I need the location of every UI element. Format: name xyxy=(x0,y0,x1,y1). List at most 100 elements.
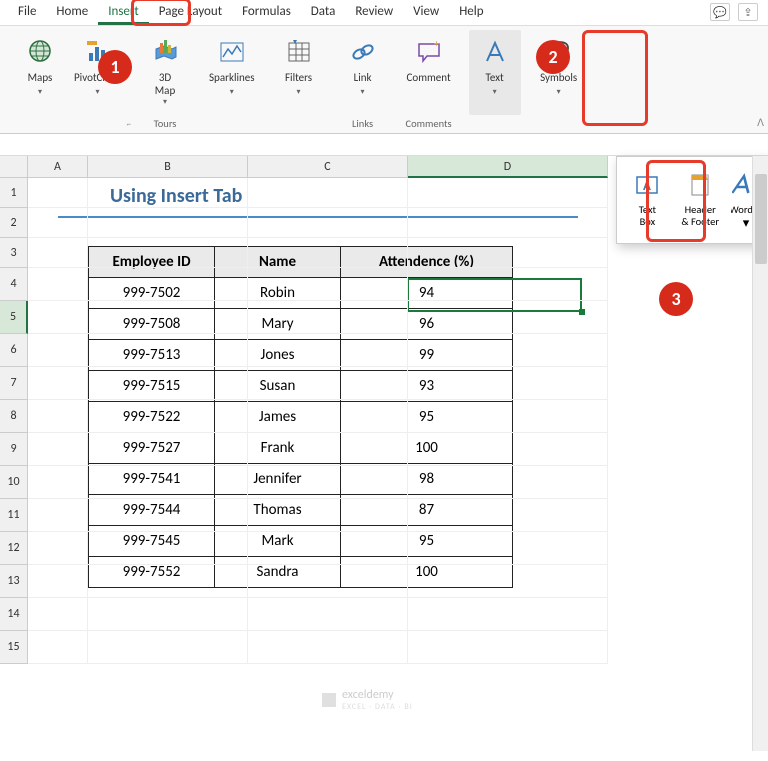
sparklines-button[interactable]: Sparklines▾ xyxy=(203,30,261,115)
cell[interactable] xyxy=(88,565,248,598)
cell[interactable] xyxy=(408,208,608,238)
cell[interactable] xyxy=(248,499,408,532)
row-header-4[interactable]: 4 xyxy=(0,268,28,301)
row-header-1[interactable]: 1 xyxy=(0,178,28,208)
column-header-A[interactable]: A xyxy=(28,156,88,178)
comments-icon[interactable]: 💬 xyxy=(710,3,730,21)
cell[interactable] xyxy=(408,400,608,433)
cell[interactable] xyxy=(88,598,248,631)
cell[interactable] xyxy=(88,178,248,208)
cell[interactable] xyxy=(28,238,88,268)
cell[interactable] xyxy=(88,334,248,367)
cell[interactable] xyxy=(248,565,408,598)
cell[interactable] xyxy=(408,178,608,208)
ribbon-collapse-icon[interactable]: ᐱ xyxy=(757,116,764,129)
tab-file[interactable]: File xyxy=(8,0,46,25)
select-all-corner[interactable] xyxy=(0,156,28,178)
link-button[interactable]: Link▾ xyxy=(337,30,389,115)
cell[interactable] xyxy=(28,400,88,433)
cell[interactable] xyxy=(88,466,248,499)
cell[interactable] xyxy=(88,532,248,565)
vertical-scrollbar[interactable] xyxy=(752,156,768,751)
cell[interactable] xyxy=(408,532,608,565)
cell[interactable] xyxy=(28,433,88,466)
pivotchart-button[interactable]: PivotChart▾ xyxy=(68,30,127,115)
cell[interactable] xyxy=(28,208,88,238)
comment-button[interactable]: + Comment xyxy=(401,30,457,115)
cell[interactable] xyxy=(408,433,608,466)
cell[interactable] xyxy=(28,367,88,400)
cell[interactable] xyxy=(28,565,88,598)
cell[interactable] xyxy=(28,532,88,565)
cell[interactable] xyxy=(408,565,608,598)
cell[interactable] xyxy=(248,301,408,334)
cell[interactable] xyxy=(408,367,608,400)
cell[interactable] xyxy=(248,532,408,565)
scrollbar-thumb[interactable] xyxy=(755,174,767,264)
cell[interactable] xyxy=(88,238,248,268)
maps-button[interactable]: Maps▾ xyxy=(14,30,66,115)
row-header-9[interactable]: 9 xyxy=(0,433,28,466)
cell[interactable] xyxy=(408,466,608,499)
cell[interactable] xyxy=(88,268,248,301)
row-header-6[interactable]: 6 xyxy=(0,334,28,367)
row-header-5[interactable]: 5 xyxy=(0,301,28,334)
group-launcher-icon[interactable]: ⌐ xyxy=(127,119,131,130)
text-button[interactable]: Text▾ xyxy=(469,30,521,115)
row-header-10[interactable]: 10 xyxy=(0,466,28,499)
cell[interactable] xyxy=(248,631,408,664)
cell[interactable] xyxy=(28,631,88,664)
row-header-2[interactable]: 2 xyxy=(0,208,28,238)
row-header-11[interactable]: 11 xyxy=(0,499,28,532)
cell[interactable] xyxy=(408,268,608,301)
header-footer-button[interactable]: Header & Footer xyxy=(675,165,725,235)
tab-help[interactable]: Help xyxy=(449,0,493,25)
cell[interactable] xyxy=(28,268,88,301)
cell[interactable] xyxy=(88,208,248,238)
cell[interactable] xyxy=(248,334,408,367)
cell[interactable] xyxy=(248,178,408,208)
cell[interactable] xyxy=(88,301,248,334)
symbols-button[interactable]: Symbols▾ xyxy=(533,30,585,115)
tab-formulas[interactable]: Formulas xyxy=(232,0,301,25)
row-header-14[interactable]: 14 xyxy=(0,598,28,631)
cell[interactable] xyxy=(88,433,248,466)
column-header-D[interactable]: D xyxy=(408,156,608,178)
row-header-7[interactable]: 7 xyxy=(0,367,28,400)
cell[interactable] xyxy=(28,598,88,631)
3dmap-button[interactable]: 3D Map ▾ xyxy=(139,30,191,115)
cell[interactable] xyxy=(28,334,88,367)
textbox-button[interactable]: A Text Box xyxy=(625,165,669,235)
cell[interactable] xyxy=(28,301,88,334)
cell[interactable] xyxy=(248,598,408,631)
cell[interactable] xyxy=(248,268,408,301)
tab-review[interactable]: Review xyxy=(345,0,403,25)
row-header-3[interactable]: 3 xyxy=(0,238,28,268)
cell[interactable] xyxy=(88,499,248,532)
filters-button[interactable]: Filters▾ xyxy=(273,30,325,115)
cell[interactable] xyxy=(248,238,408,268)
column-header-B[interactable]: B xyxy=(88,156,248,178)
cell[interactable] xyxy=(408,301,608,334)
cell[interactable] xyxy=(248,433,408,466)
row-header-15[interactable]: 15 xyxy=(0,631,28,664)
cell[interactable] xyxy=(408,499,608,532)
tab-data[interactable]: Data xyxy=(301,0,346,25)
cell[interactable] xyxy=(408,238,608,268)
tab-home[interactable]: Home xyxy=(46,0,98,25)
cell[interactable] xyxy=(248,367,408,400)
row-header-12[interactable]: 12 xyxy=(0,532,28,565)
cell[interactable] xyxy=(88,367,248,400)
column-header-C[interactable]: C xyxy=(248,156,408,178)
cell[interactable] xyxy=(408,334,608,367)
cell[interactable] xyxy=(248,208,408,238)
cell[interactable] xyxy=(28,466,88,499)
tab-view[interactable]: View xyxy=(403,0,449,25)
cell[interactable] xyxy=(408,598,608,631)
tab-insert[interactable]: Insert xyxy=(98,0,149,25)
row-header-8[interactable]: 8 xyxy=(0,400,28,433)
share-icon[interactable]: ⇪ xyxy=(738,3,758,21)
cell[interactable] xyxy=(248,400,408,433)
cell[interactable] xyxy=(408,631,608,664)
tab-page-layout[interactable]: Page Layout xyxy=(149,0,232,25)
